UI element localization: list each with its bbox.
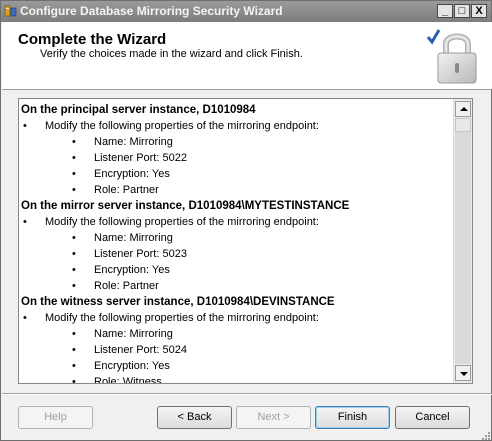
property-item: Role: Partner (21, 278, 454, 294)
property-item: Name: Mirroring (21, 230, 454, 246)
property-item: Encryption: Yes (21, 166, 454, 182)
page-subtitle: Verify the choices made in the wizard an… (40, 48, 303, 60)
section-action: Modify the following properties of the m… (21, 214, 454, 230)
section-heading: On the principal server instance, D10109… (21, 104, 256, 116)
wizard-header: Complete the Wizard Verify the choices m… (2, 22, 492, 90)
scroll-up-button[interactable] (455, 101, 471, 117)
scroll-down-button[interactable] (455, 365, 471, 381)
section-action: Modify the following properties of the m… (21, 310, 454, 326)
cancel-button[interactable]: Cancel (395, 406, 470, 429)
app-icon (4, 5, 17, 17)
property-item: Listener Port: 5022 (21, 150, 454, 166)
window-title: Configure Database Mirroring Security Wi… (20, 4, 283, 18)
property-item: Listener Port: 5023 (21, 246, 454, 262)
summary-content: On the principal server instance, D10109… (21, 102, 454, 383)
section-heading: On the witness server instance, D1010984… (21, 296, 335, 308)
property-item: Encryption: Yes (21, 358, 454, 374)
property-item: Role: Witness (21, 374, 454, 383)
scroll-track[interactable] (455, 132, 471, 364)
next-button[interactable]: Next > (236, 406, 311, 429)
summary-panel[interactable]: On the principal server instance, D10109… (18, 98, 473, 384)
resize-grip-icon[interactable] (479, 429, 491, 441)
page-title: Complete the Wizard (18, 31, 167, 48)
property-item: Name: Mirroring (21, 134, 454, 150)
scroll-thumb[interactable] (455, 118, 471, 132)
button-separator (2, 393, 492, 395)
minimize-button[interactable]: _ (437, 4, 453, 18)
close-button[interactable]: X (471, 4, 487, 18)
back-button[interactable]: < Back (157, 406, 232, 429)
property-item: Name: Mirroring (21, 326, 454, 342)
property-item: Listener Port: 5024 (21, 342, 454, 358)
section-action: Modify the following properties of the m… (21, 118, 454, 134)
wizard-window: Configure Database Mirroring Security Wi… (0, 0, 492, 441)
arrow-up-icon (460, 107, 468, 111)
padlock-icon (426, 29, 477, 84)
help-button[interactable]: Help (18, 406, 93, 429)
property-item: Role: Partner (21, 182, 454, 198)
section-heading: On the mirror server instance, D1010984\… (21, 200, 350, 212)
title-bar[interactable]: Configure Database Mirroring Security Wi… (1, 1, 491, 22)
vertical-scrollbar[interactable] (453, 99, 472, 383)
maximize-button[interactable]: □ (454, 4, 470, 18)
finish-button[interactable]: Finish (315, 406, 390, 429)
arrow-down-icon (460, 372, 468, 376)
property-item: Encryption: Yes (21, 262, 454, 278)
